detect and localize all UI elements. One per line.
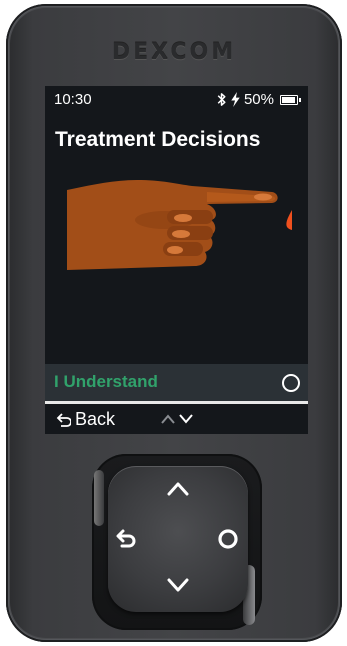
battery-tip [299,97,301,102]
back-icon [116,529,136,548]
battery-icon [280,94,301,105]
dpad-highlight [94,470,104,526]
option-label: I Understand [54,372,158,391]
select-circle-icon [282,374,300,392]
bottom-bar: Back [45,404,308,434]
dpad-back-button[interactable] [108,522,142,556]
finger-blood-drop-illustration [67,180,292,270]
select-circle-icon [218,529,238,549]
back-icon [56,412,71,427]
status-bar: 10:30 50% [45,86,308,114]
back-label: Back [75,409,116,429]
screen-title: Treatment Decisions [55,128,261,151]
option-i-understand[interactable]: I Understand [45,364,308,401]
dpad [108,466,248,612]
down-hint-icon [179,414,193,424]
down-icon [167,578,189,592]
charging-bolt-icon [231,92,240,107]
status-right: 50% [216,91,301,108]
battery-percent: 50% [243,91,274,108]
back-control[interactable]: Back [55,409,115,430]
device-screen: 10:30 50% Treatment Decisions I Understa… [45,86,308,434]
brand-logo: DEXCOM [111,40,237,65]
dpad-select-button[interactable] [211,522,245,556]
status-time: 10:30 [54,91,92,108]
scroll-hint [160,412,194,426]
dpad-down-button[interactable] [161,568,195,602]
dpad-up-button[interactable] [161,472,195,506]
battery-fill [282,96,295,103]
up-hint-icon [161,414,175,424]
bluetooth-icon [217,93,226,106]
up-icon [167,482,189,496]
